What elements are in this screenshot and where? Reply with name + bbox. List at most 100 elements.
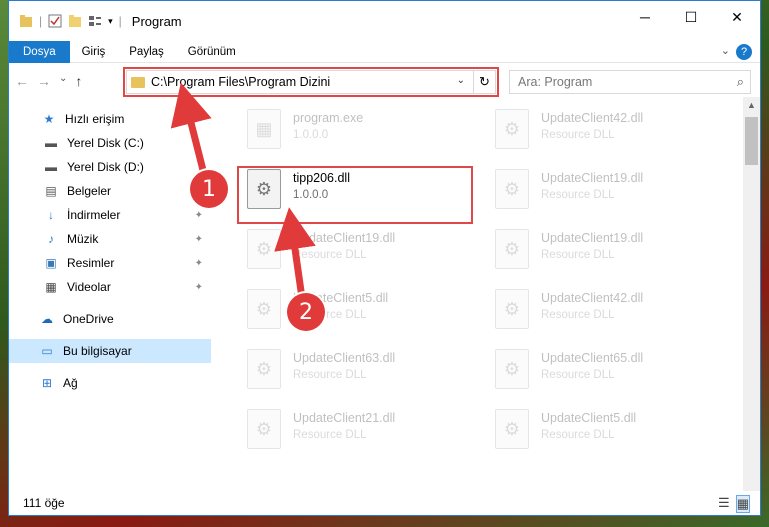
list-item[interactable]: ⚙ UpdateClient63.dll Resource DLL bbox=[247, 349, 477, 399]
search-icon[interactable]: ⌕ bbox=[737, 74, 744, 90]
close-button[interactable]: ✕ bbox=[714, 1, 760, 33]
pin-icon: ✦ bbox=[194, 209, 203, 221]
dll-file-icon: ⚙ bbox=[495, 289, 529, 329]
sidebar-item-pictures[interactable]: ▣ Resimler ✦ bbox=[9, 251, 211, 275]
sidebar-item-videos[interactable]: ▦ Videolar ✦ bbox=[9, 275, 211, 299]
tab-paylas[interactable]: Paylaş bbox=[117, 41, 176, 63]
up-arrow-icon[interactable]: ↑ bbox=[75, 73, 82, 89]
file-name: UpdateClient19.dll bbox=[293, 231, 396, 245]
file-detail: Resource DLL bbox=[541, 249, 615, 261]
file-name: UpdateClient63.dll bbox=[293, 351, 396, 365]
dll-file-icon: ⚙ bbox=[495, 109, 529, 149]
scroll-up-arrow-icon[interactable]: ▲ bbox=[743, 97, 760, 114]
dll-file-icon: ⚙ bbox=[495, 409, 529, 449]
sidebar-item-this-pc[interactable]: ▭ Bu bilgisayar bbox=[9, 339, 211, 363]
sidebar-item-label: Hızlı erişim bbox=[65, 112, 125, 126]
list-item[interactable]: ⚙ UpdateClient19.dll Resource DLL bbox=[495, 229, 725, 279]
music-icon: ♪ bbox=[48, 232, 54, 246]
list-item[interactable]: ▦ program.exe 1.0.0.0 bbox=[247, 109, 477, 159]
tab-dosya[interactable]: Dosya bbox=[9, 40, 70, 63]
sidebar-item-label: Müzik bbox=[67, 232, 99, 246]
computer-icon: ▭ bbox=[41, 344, 53, 358]
list-item[interactable]: ⚙ UpdateClient19.dll Resource DLL bbox=[495, 169, 725, 219]
dll-file-icon: ⚙ bbox=[247, 349, 281, 389]
tab-giris[interactable]: Giriş bbox=[70, 41, 118, 63]
file-name: UpdateClient21.dll bbox=[293, 411, 396, 425]
maximize-button[interactable]: ☐ bbox=[668, 1, 714, 33]
window-title: Program bbox=[131, 13, 182, 29]
list-item[interactable]: ⚙ UpdateClient65.dll Resource DLL bbox=[495, 349, 725, 399]
sidebar-item-label: Yerel Disk (C:) bbox=[67, 136, 144, 150]
address-row: ← → ⌄ ↑ C:\Program Files\Program Dizini … bbox=[9, 67, 760, 97]
tab-gorunum[interactable]: Görünüm bbox=[176, 41, 248, 63]
separator: | bbox=[39, 14, 43, 28]
step-badge-2: 2 bbox=[287, 293, 325, 331]
list-item[interactable]: ⚙ UpdateClient5.dll Resource DLL bbox=[495, 409, 725, 459]
file-name: UpdateClient5.dll bbox=[541, 411, 637, 425]
vertical-scrollbar[interactable]: ▲ bbox=[743, 97, 760, 491]
pin-icon: ✦ bbox=[194, 257, 203, 269]
minimize-button[interactable]: ─ bbox=[622, 1, 668, 33]
file-name: UpdateClient65.dll bbox=[541, 351, 644, 365]
exe-file-icon: ▦ bbox=[247, 109, 281, 149]
help-icon[interactable]: ? bbox=[736, 44, 752, 60]
documents-icon: ▤ bbox=[45, 184, 57, 198]
separator: | bbox=[118, 14, 122, 28]
file-detail: Resource DLL bbox=[541, 129, 615, 141]
dll-file-icon: ⚙ bbox=[247, 409, 281, 449]
sidebar-item-label: Resimler bbox=[67, 256, 115, 270]
sidebar-item-onedrive[interactable]: ☁ OneDrive bbox=[9, 307, 211, 331]
list-item[interactable]: ⚙ UpdateClient42.dll Resource DLL bbox=[495, 289, 725, 339]
quick-access-toolbar: | ▾ | bbox=[9, 14, 122, 28]
list-item[interactable]: ⚙ UpdateClient5.dll Resource DLL bbox=[247, 289, 477, 339]
back-arrow-icon[interactable]: ← bbox=[15, 73, 29, 89]
videos-icon: ▦ bbox=[45, 280, 57, 294]
search-placeholder: Ara: Program bbox=[518, 75, 593, 89]
list-item[interactable]: ⚙ UpdateClient19.dll Resource DLL bbox=[247, 229, 477, 279]
file-detail: Resource DLL bbox=[293, 429, 367, 441]
list-item[interactable]: ⚙ UpdateClient42.dll Resource DLL bbox=[495, 109, 725, 159]
sidebar-item-network[interactable]: ⊞ Ağ bbox=[9, 371, 211, 395]
file-name: UpdateClient19.dll bbox=[541, 231, 644, 245]
pin-icon: ✦ bbox=[194, 281, 203, 293]
sidebar-item-label: Belgeler bbox=[67, 184, 112, 198]
properties-icon[interactable] bbox=[48, 14, 62, 28]
status-bar: 111 öğe ☰ ▦ bbox=[9, 491, 760, 515]
tiles-view-icon[interactable]: ▦ bbox=[735, 495, 750, 513]
sidebar-item-label: Bu bilgisayar bbox=[63, 344, 132, 358]
navigation-pane: ★ Hızlı erişim ▬ Yerel Disk (C:) ▬ Yerel… bbox=[9, 101, 211, 491]
dll-file-icon: ⚙ bbox=[495, 229, 529, 269]
file-name: UpdateClient42.dll bbox=[541, 111, 644, 125]
sidebar-item-local-disk-d[interactable]: ▬ Yerel Disk (D:) bbox=[9, 155, 211, 179]
sidebar-item-label: İndirmeler bbox=[67, 208, 121, 222]
search-input[interactable]: Ara: Program ⌕ bbox=[509, 70, 751, 94]
sidebar-item-label: Videolar bbox=[67, 280, 111, 294]
forward-arrow-icon[interactable]: → bbox=[37, 73, 51, 89]
cloud-icon: ☁ bbox=[41, 312, 53, 326]
file-detail: Resource DLL bbox=[293, 369, 367, 381]
recent-locations-chevron-icon[interactable]: ⌄ bbox=[59, 73, 67, 89]
dll-file-icon: ⚙ bbox=[495, 169, 529, 209]
details-view-icon[interactable]: ☰ bbox=[718, 495, 730, 513]
window-controls: ─ ☐ ✕ bbox=[622, 1, 760, 33]
dll-file-icon: ⚙ bbox=[495, 349, 529, 389]
list-item[interactable]: ⚙ UpdateClient21.dll Resource DLL bbox=[247, 409, 477, 459]
sidebar-item-quick-access[interactable]: ★ Hızlı erişim bbox=[9, 107, 211, 131]
ribbon-tabs: Dosya Giriş Paylaş Görünüm ⌄ ? bbox=[9, 40, 760, 63]
view-options-icon[interactable] bbox=[88, 14, 102, 28]
sidebar-item-documents[interactable]: ▤ Belgeler ✦ bbox=[9, 179, 211, 203]
drive-icon: ▬ bbox=[45, 160, 57, 174]
sidebar-item-local-disk-c[interactable]: ▬ Yerel Disk (C:) bbox=[9, 131, 211, 155]
customize-toolbar-chevron-icon[interactable]: ▾ bbox=[108, 16, 113, 27]
star-icon: ★ bbox=[43, 112, 55, 126]
file-name: UpdateClient19.dll bbox=[541, 171, 644, 185]
scroll-thumb[interactable] bbox=[745, 117, 758, 165]
expand-ribbon-chevron-icon[interactable]: ⌄ bbox=[721, 44, 730, 57]
dll-file-icon: ⚙ bbox=[247, 289, 281, 329]
sidebar-item-downloads[interactable]: ↓ İndirmeler ✦ bbox=[9, 203, 211, 227]
new-folder-icon[interactable] bbox=[68, 14, 82, 28]
folder-icon[interactable] bbox=[19, 14, 33, 28]
item-count: 111 öğe bbox=[23, 496, 65, 510]
sidebar-item-music[interactable]: ♪ Müzik ✦ bbox=[9, 227, 211, 251]
drive-icon: ▬ bbox=[45, 136, 57, 150]
